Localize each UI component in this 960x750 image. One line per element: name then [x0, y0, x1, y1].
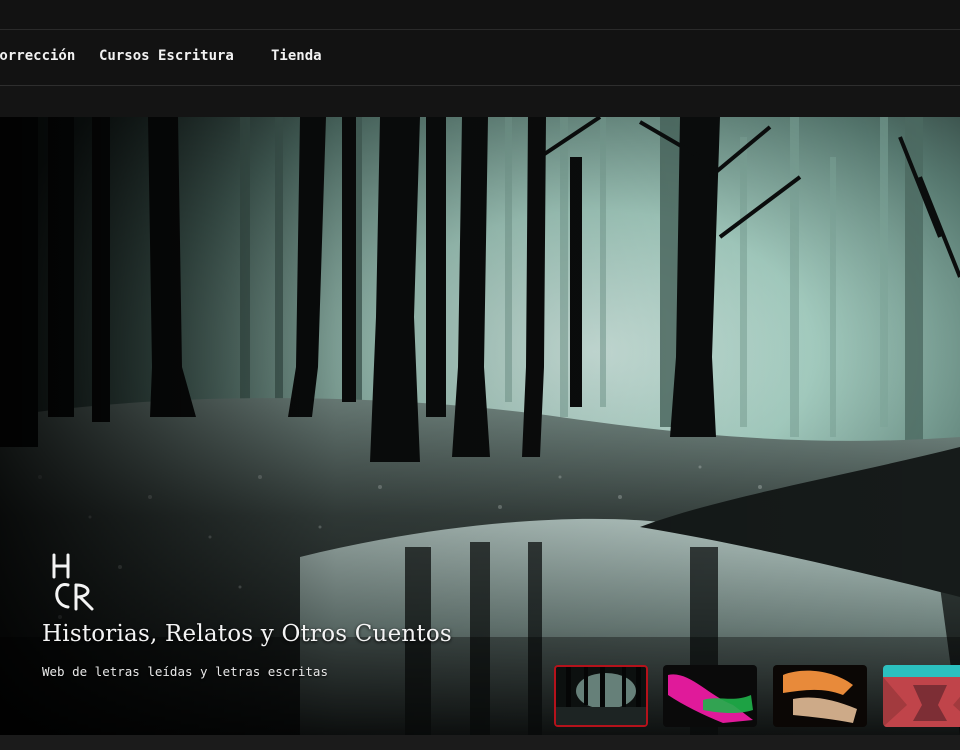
- top-bar: [0, 0, 960, 30]
- thumbnail-pink[interactable]: [663, 665, 757, 727]
- thumbnail-red[interactable]: [883, 665, 960, 727]
- thumbnail-orange[interactable]: [773, 665, 867, 727]
- thumbnail-forest[interactable]: [554, 665, 648, 727]
- main-navigation: Corrección Cursos Escritura Tienda: [0, 30, 960, 86]
- sub-bar: [0, 86, 960, 117]
- nav-item-tienda[interactable]: Tienda: [271, 48, 322, 64]
- site-logo[interactable]: [46, 551, 102, 613]
- site-title[interactable]: Historias, Relatos y Otros Cuentos: [42, 621, 452, 647]
- nav-item-correccion[interactable]: Corrección: [0, 48, 75, 64]
- nav-item-cursos-escritura[interactable]: Cursos Escritura: [99, 48, 234, 64]
- bottom-bar: [0, 735, 960, 750]
- site-tagline: Web de letras leídas y letras escritas: [42, 664, 328, 679]
